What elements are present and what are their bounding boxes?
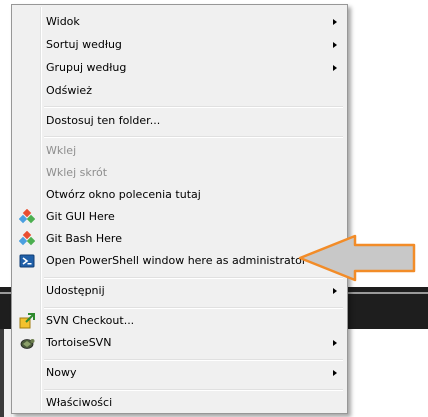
menu-separator <box>44 307 343 309</box>
menu-item-label: Dostosuj ten folder... <box>46 114 161 127</box>
menu-item-git-bash[interactable]: Git Bash Here <box>14 228 345 250</box>
menu-item-label: Wklej skrót <box>46 166 108 179</box>
menu-item-label: Open PowerShell window here as administr… <box>46 254 307 267</box>
menu-item-wklej-skrot[interactable]: Wklej skrót <box>14 162 345 184</box>
menu-item-odswiez[interactable]: Odśwież <box>14 80 345 102</box>
submenu-arrow-icon <box>333 19 337 25</box>
menu-item-wlasciwosci[interactable]: Właściwości <box>14 392 345 414</box>
menu-item-label: TortoiseSVN <box>46 336 112 349</box>
menu-item-label: Otwórz okno polecenia tutaj <box>46 188 201 201</box>
submenu-arrow-icon <box>333 65 337 71</box>
menu-item-nowy[interactable]: Nowy <box>14 362 345 384</box>
menu-item-dostosuj[interactable]: Dostosuj ten folder... <box>14 110 345 132</box>
menu-item-label: Sortuj według <box>46 38 122 51</box>
menu-separator <box>44 136 343 138</box>
menu-separator <box>44 359 343 361</box>
menu-item-label: Git GUI Here <box>46 210 115 223</box>
svn-checkout-icon <box>19 313 35 329</box>
submenu-arrow-icon <box>333 340 337 346</box>
menu-item-udostepnij[interactable]: Udostępnij <box>14 280 345 302</box>
menu-item-label: Git Bash Here <box>46 232 122 245</box>
menu-item-label: Właściwości <box>46 396 113 409</box>
menu-item-label: Wklej <box>46 144 77 157</box>
menu-item-wklej[interactable]: Wklej <box>14 140 345 162</box>
menu-item-label: Odśwież <box>46 84 92 97</box>
git-bash-icon <box>19 231 35 246</box>
menu-separator <box>44 277 343 279</box>
menu-separator <box>44 106 343 108</box>
menu-item-svn-checkout[interactable]: SVN Checkout... <box>14 310 345 332</box>
menu-item-grupuj[interactable]: Grupuj według <box>14 57 345 79</box>
menu-item-widok[interactable]: Widok <box>14 11 345 33</box>
menu-item-label: SVN Checkout... <box>46 314 135 327</box>
menu-item-tortoisesvn[interactable]: TortoiseSVN <box>14 332 345 354</box>
submenu-arrow-icon <box>333 288 337 294</box>
menu-item-powershell-admin[interactable]: Open PowerShell window here as administr… <box>14 250 345 272</box>
menu-item-otworz-okno[interactable]: Otwórz okno polecenia tutaj <box>14 184 345 206</box>
menu-item-label: Grupuj według <box>46 61 127 74</box>
background-edge <box>0 329 4 417</box>
menu-item-label: Widok <box>46 15 80 28</box>
menu-item-sortuj[interactable]: Sortuj według <box>14 34 345 56</box>
submenu-arrow-icon <box>333 42 337 48</box>
menu-separator <box>44 389 343 391</box>
submenu-arrow-icon <box>333 370 337 376</box>
menu-item-git-gui[interactable]: Git GUI Here <box>14 206 345 228</box>
powershell-icon <box>19 254 35 268</box>
git-gui-icon <box>19 209 35 224</box>
menu-item-label: Nowy <box>46 366 77 379</box>
menu-item-label: Udostępnij <box>46 284 105 297</box>
tortoisesvn-icon <box>20 339 35 349</box>
context-menu: Widok Sortuj według Grupuj według Odświe… <box>11 4 348 414</box>
